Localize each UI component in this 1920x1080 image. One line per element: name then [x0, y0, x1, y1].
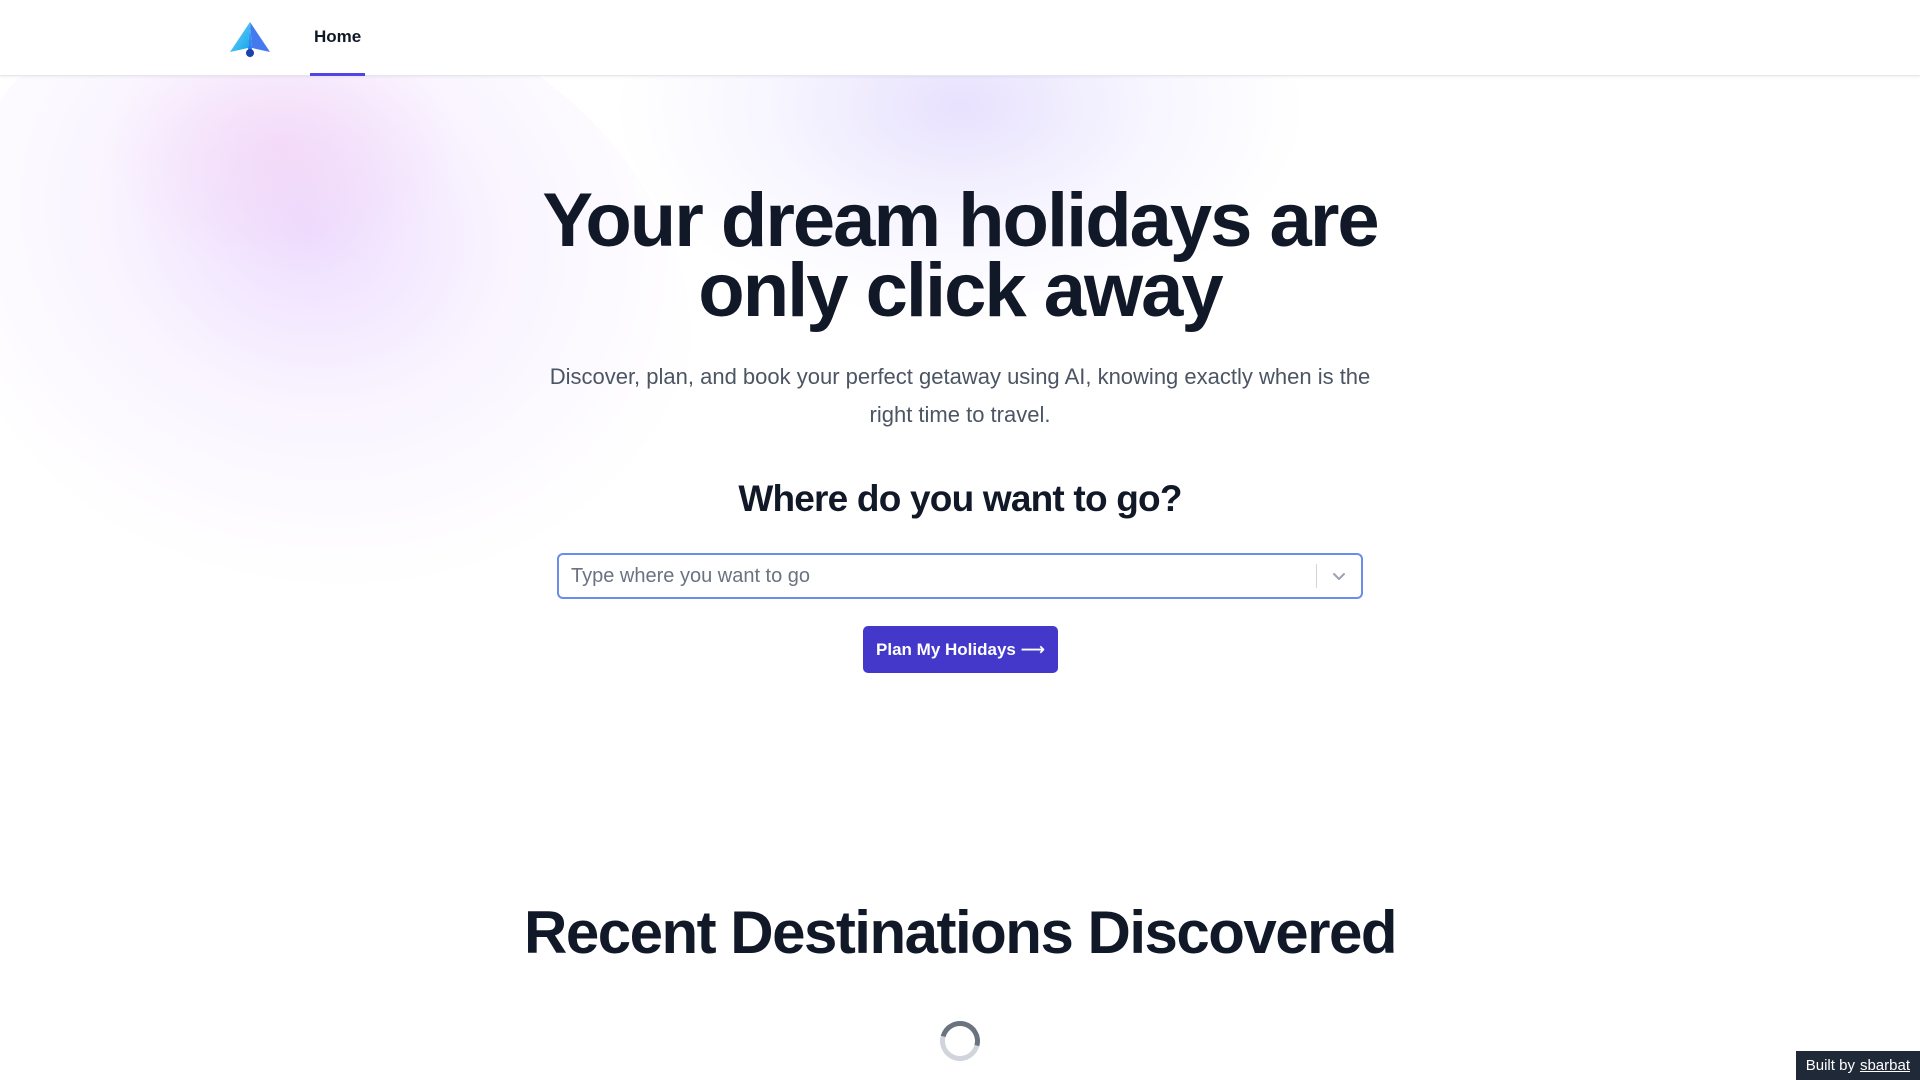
- destination-heading: Where do you want to go?: [738, 478, 1182, 519]
- built-by-label: Built by: [1805, 1057, 1855, 1074]
- destination-combobox[interactable]: [557, 553, 1363, 599]
- destination-search-input[interactable]: [559, 555, 1316, 597]
- top-navigation-bar: Home: [0, 0, 1920, 76]
- recent-destinations-title: Recent Destinations Discovered: [524, 899, 1397, 966]
- chevron-down-icon[interactable]: [1317, 555, 1361, 597]
- hero-subtitle: Discover, plan, and book your perfect ge…: [549, 364, 1371, 427]
- loading-spinner-icon: [932, 1013, 988, 1069]
- hero-background-glow: [0, 76, 1920, 636]
- hero-title: Your dream holidays are only click away: [542, 178, 1379, 333]
- built-by-badge: Built by sbarbat: [1795, 1051, 1920, 1080]
- plan-my-holidays-button[interactable]: Plan My Holidays ⟶: [863, 626, 1058, 673]
- nav-item-home[interactable]: Home: [310, 0, 366, 76]
- paper-plane-logo-icon[interactable]: [228, 20, 272, 60]
- author-link[interactable]: sbarbat: [1860, 1057, 1910, 1074]
